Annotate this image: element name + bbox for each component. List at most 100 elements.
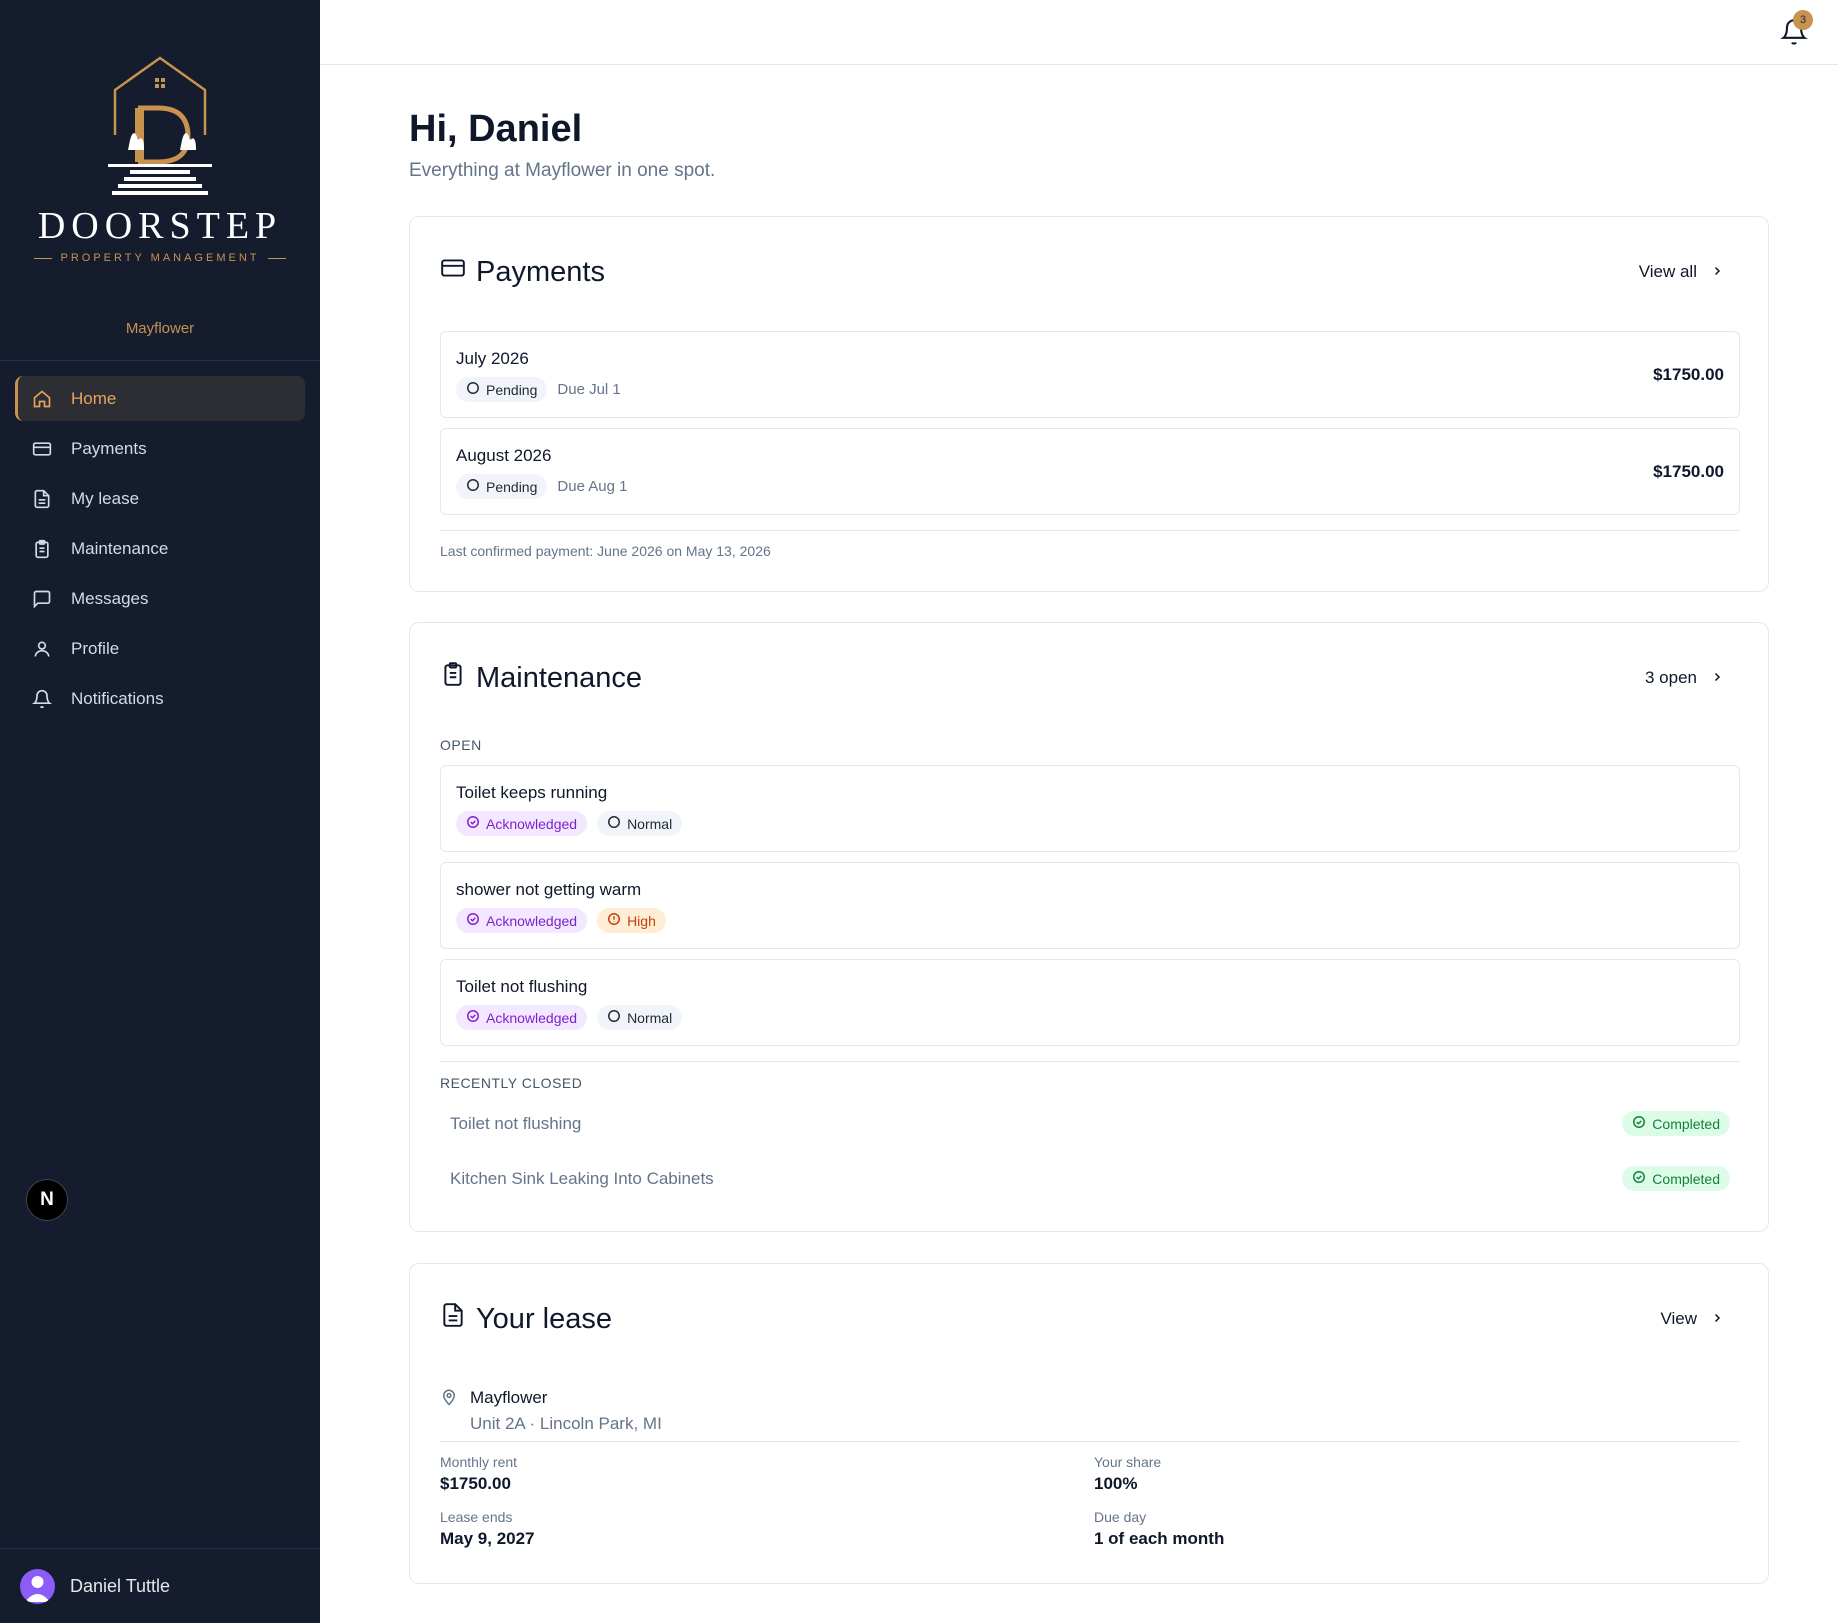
avatar bbox=[20, 1569, 55, 1604]
circle-icon bbox=[466, 381, 480, 398]
sidebar-item-payments[interactable]: Payments bbox=[15, 426, 305, 471]
payment-row[interactable]: July 2026 Pending Due Jul 1 $1750.00 bbox=[440, 331, 1740, 418]
status-badge: Acknowledged bbox=[456, 811, 588, 836]
last-payment-note: Last confirmed payment: June 2026 on May… bbox=[440, 543, 771, 559]
sidebar-item-label: Maintenance bbox=[71, 538, 169, 558]
brand-wordmark: DOORSTEP bbox=[37, 205, 283, 247]
request-title: shower not getting warm bbox=[456, 880, 642, 899]
priority-badge-label: Normal bbox=[627, 815, 673, 832]
check-circle-icon bbox=[1632, 1115, 1646, 1132]
sidebar-item-notifications[interactable]: Notifications bbox=[15, 676, 305, 721]
payment-amount: $1750.00 bbox=[1653, 462, 1724, 481]
due-day-value: 1 of each month bbox=[1094, 1529, 1225, 1548]
due-day-field: Due day 1 of each month bbox=[1094, 1509, 1224, 1549]
check-circle-icon bbox=[1632, 1170, 1646, 1187]
closed-request-title: Toilet not flushing bbox=[450, 1113, 582, 1133]
n-badge[interactable]: N bbox=[26, 1179, 68, 1221]
message-icon bbox=[32, 589, 52, 609]
sidebar-item-label: My lease bbox=[71, 488, 140, 508]
sidebar-item-my-lease[interactable]: My lease bbox=[15, 476, 305, 521]
alert-circle-icon bbox=[607, 912, 621, 929]
sidebar-divider bbox=[0, 360, 320, 361]
doorstep-logo[interactable]: DOORSTEP PROPERTY MANAGEMENT bbox=[0, 50, 320, 264]
lease-card-header: Your lease View bbox=[440, 1302, 1738, 1336]
sidebar-item-messages[interactable]: Messages bbox=[15, 576, 305, 621]
clipboard-icon bbox=[440, 661, 466, 695]
user-icon bbox=[32, 639, 52, 659]
open-section-label: OPEN bbox=[440, 737, 482, 753]
payments-view-all-link[interactable]: View all bbox=[1639, 262, 1723, 282]
property-name: Mayflower bbox=[125, 320, 195, 337]
notification-count-badge: 3 bbox=[1793, 10, 1813, 30]
sidebar-item-maintenance[interactable]: Maintenance bbox=[15, 526, 305, 571]
payments-title-text: Payments bbox=[476, 255, 605, 288]
request-meta: Acknowledged Normal bbox=[456, 1005, 683, 1030]
payment-row[interactable]: August 2026 Pending Due Aug 1 $1750.00 bbox=[440, 428, 1740, 515]
sidebar-item-label: Messages bbox=[71, 588, 149, 608]
lease-card: Your lease View Mayflower Unit 2A · Linc… bbox=[409, 1263, 1769, 1584]
lease-divider bbox=[440, 1441, 1740, 1442]
credit-card-icon bbox=[32, 439, 52, 459]
lease-card-title: Your lease bbox=[440, 1302, 612, 1336]
lease-location: Mayflower Unit 2A · Lincoln Park, MI bbox=[440, 1388, 662, 1434]
request-meta: Acknowledged High bbox=[456, 908, 666, 933]
request-meta: Acknowledged Normal bbox=[456, 811, 683, 836]
payment-amount: $1750.00 bbox=[1653, 365, 1724, 384]
circle-icon bbox=[607, 815, 621, 832]
sidebar-item-label: Home bbox=[71, 388, 117, 408]
house-logo-icon bbox=[108, 56, 212, 195]
closed-request-row[interactable]: Kitchen Sink Leaking Into Cabinets Compl… bbox=[450, 1166, 1730, 1191]
payment-meta: Pending Due Jul 1 bbox=[456, 377, 621, 402]
maintenance-open-link[interactable]: 3 open bbox=[1645, 668, 1723, 688]
closed-request-row[interactable]: Toilet not flushing Completed bbox=[450, 1111, 1730, 1136]
lease-ends-label: Lease ends bbox=[440, 1509, 513, 1525]
your-share-value: 100% bbox=[1094, 1474, 1138, 1493]
payment-due-date: Due Aug 1 bbox=[557, 478, 628, 495]
open-count-label: 3 open bbox=[1645, 668, 1697, 687]
priority-badge: High bbox=[597, 908, 666, 933]
view-all-label: View all bbox=[1638, 262, 1697, 281]
status-badge: Acknowledged bbox=[456, 908, 588, 933]
maintenance-request-row[interactable]: Toilet keeps running Acknowledged Normal bbox=[440, 765, 1740, 852]
lease-property-name: Mayflower bbox=[470, 1388, 548, 1407]
user-name: Daniel Tuttle bbox=[70, 1576, 171, 1596]
brand-tagline-text: PROPERTY MANAGEMENT bbox=[60, 252, 260, 264]
status-badge: Pending bbox=[456, 474, 548, 499]
check-circle-icon bbox=[466, 1009, 480, 1026]
status-badge-label: Pending bbox=[486, 381, 538, 398]
maintenance-card-title: Maintenance bbox=[440, 661, 642, 695]
chevron-right-icon bbox=[1711, 1309, 1723, 1329]
priority-badge-label: High bbox=[627, 912, 656, 929]
user-menu[interactable]: Daniel Tuttle bbox=[20, 1569, 170, 1604]
payment-month: August 2026 bbox=[456, 446, 552, 465]
lease-ends-field: Lease ends May 9, 2027 bbox=[440, 1509, 535, 1549]
circle-icon bbox=[466, 478, 480, 495]
credit-card-icon bbox=[440, 255, 466, 289]
your-share-field: Your share 100% bbox=[1094, 1454, 1161, 1494]
sidebar-item-profile[interactable]: Profile bbox=[15, 626, 305, 671]
clipboard-icon bbox=[32, 539, 52, 559]
maintenance-request-row[interactable]: Toilet not flushing Acknowledged Normal bbox=[440, 959, 1740, 1046]
status-badge-label: Acknowledged bbox=[486, 912, 578, 929]
sidebar-item-home[interactable]: Home bbox=[15, 376, 305, 421]
lease-ends-value: May 9, 2027 bbox=[440, 1529, 535, 1548]
recently-closed-label: RECENTLY CLOSED bbox=[440, 1075, 583, 1091]
request-title: Toilet not flushing bbox=[456, 977, 588, 996]
sidebar: DOORSTEP PROPERTY MANAGEMENT Mayflower H… bbox=[0, 0, 320, 1623]
monthly-rent-label: Monthly rent bbox=[440, 1454, 518, 1470]
payments-card: Payments View all July 2026 Pending Due … bbox=[409, 216, 1769, 592]
maintenance-request-row[interactable]: shower not getting warm Acknowledged Hig… bbox=[440, 862, 1740, 949]
document-icon bbox=[32, 489, 52, 509]
status-badge: Completed bbox=[1622, 1111, 1730, 1136]
priority-badge: Normal bbox=[597, 1005, 683, 1030]
sidebar-item-label: Notifications bbox=[71, 688, 164, 708]
status-badge: Pending bbox=[456, 377, 548, 402]
payment-meta: Pending Due Aug 1 bbox=[456, 474, 627, 499]
lease-address: Unit 2A · Lincoln Park, MI bbox=[470, 1414, 662, 1433]
payment-month: July 2026 bbox=[456, 349, 529, 368]
home-icon bbox=[32, 389, 52, 409]
lease-title-text: Your lease bbox=[476, 1302, 612, 1335]
lease-view-link[interactable]: View bbox=[1660, 1309, 1723, 1329]
status-badge-label: Acknowledged bbox=[486, 1009, 578, 1026]
sidebar-item-label: Profile bbox=[71, 638, 120, 658]
